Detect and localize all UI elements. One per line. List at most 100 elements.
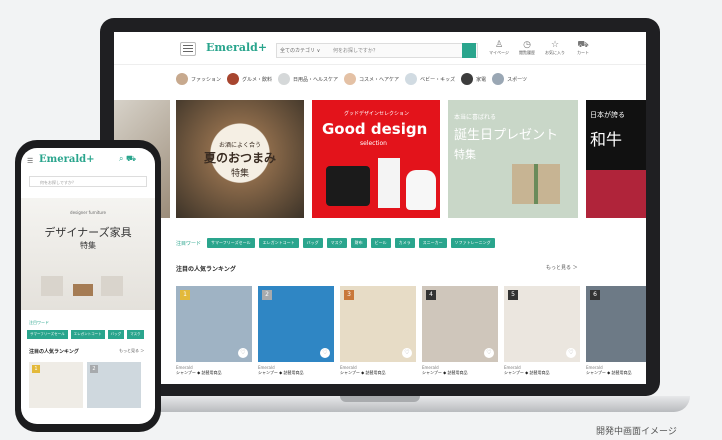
ranking-card[interactable]: 3 ♡ Emerald シャンプー ◆ 詰替用商品 bbox=[340, 286, 416, 384]
banner-natsu[interactable]: お酒によく合う 夏のおつまみ 特集 bbox=[176, 100, 304, 218]
keyword-chip[interactable]: サマーフリーズセール bbox=[27, 330, 68, 339]
category-label: ファッション bbox=[191, 76, 222, 83]
keyword-chip[interactable]: サマーフリーズセール bbox=[207, 238, 255, 248]
ranking-card[interactable]: 5 ♡ Emerald シャンプー ◆ 詰替用商品 bbox=[504, 286, 580, 384]
rank-badge: 2 bbox=[90, 365, 98, 373]
banner-kicker: 日本が誇る bbox=[590, 111, 625, 119]
category-label: スポーツ bbox=[507, 76, 527, 83]
phone-banner[interactable]: designer furniture デザイナーズ家具 特集 bbox=[21, 198, 155, 310]
chair-image bbox=[101, 276, 123, 296]
history-button[interactable]: ◷ 閲覧履歴 bbox=[516, 40, 538, 56]
ranking-card[interactable]: 1 ♡ Emerald シャンプー ◆ 詰替用商品 bbox=[176, 286, 252, 384]
search-input[interactable]: 全てのカテゴリ ∨ 何をお探しですか？ bbox=[276, 43, 478, 58]
category-item[interactable]: コスメ・ヘアケア bbox=[344, 73, 399, 85]
site-header: Emerald+ 全てのカテゴリ ∨ 何をお探しですか？ ♙ マイページ ◷ 閲覧履… bbox=[114, 32, 646, 65]
account-label: マイページ bbox=[489, 50, 509, 55]
camera-image bbox=[326, 166, 370, 206]
ranking-card[interactable]: 2 bbox=[87, 362, 141, 408]
product-name[interactable]: シャンプー ◆ 詰替用商品 bbox=[422, 370, 498, 376]
phone-ranking-list: 1 2 bbox=[29, 362, 141, 408]
heart-icon[interactable]: ♡ bbox=[484, 348, 494, 358]
ranking-list: 1 ♡ Emerald シャンプー ◆ 詰替用商品 2 ♡ Emerald シャンプー ◆ 詰… bbox=[176, 286, 646, 384]
search-category-select[interactable]: 全てのカテゴリ ∨ bbox=[280, 47, 320, 54]
chair-image bbox=[41, 276, 63, 296]
keyword-bar: 注目ワード サマーフリーズセール エレガントコート バッグ マスク 財布 ビール… bbox=[176, 238, 495, 248]
caption: 開発中画面イメージ bbox=[596, 427, 677, 437]
rank-badge: 4 bbox=[426, 290, 436, 300]
search-button[interactable] bbox=[462, 43, 476, 58]
phone-search-input[interactable]: 何をお探しですか？ bbox=[29, 176, 147, 187]
banner-carousel: お酒によく合う 夏のおつまみ 特集 グッドデザインセレクション Good des… bbox=[114, 100, 646, 218]
ranking-more-link[interactable]: もっと見る ＞ bbox=[546, 264, 578, 271]
category-item[interactable]: 日用品・ヘルスケア bbox=[278, 73, 338, 85]
favorite-button[interactable]: ☆ お気に入り bbox=[544, 40, 566, 56]
menu-icon[interactable] bbox=[180, 42, 196, 56]
rank-badge: 3 bbox=[344, 290, 354, 300]
heart-icon[interactable]: ♡ bbox=[566, 348, 576, 358]
wagyu-image bbox=[586, 170, 646, 218]
sneaker-image bbox=[406, 170, 436, 210]
gift-ribbon-image bbox=[534, 164, 538, 204]
keyword-chip[interactable]: カメラ bbox=[394, 238, 415, 248]
product-name[interactable]: シャンプー ◆ 詰替用商品 bbox=[340, 370, 416, 376]
site-logo[interactable]: Emerald+ bbox=[39, 154, 94, 165]
banner-title: 和牛 bbox=[590, 130, 623, 149]
history-label: 閲覧履歴 bbox=[519, 50, 535, 55]
cart-button[interactable]: ⛟ カート bbox=[572, 40, 594, 56]
keyword-label: 注目ワード bbox=[176, 240, 202, 247]
product-name[interactable]: シャンプー ◆ 詰替用商品 bbox=[176, 370, 252, 376]
account-button[interactable]: ♙ マイページ bbox=[488, 40, 510, 56]
table-image bbox=[73, 284, 93, 296]
banner-subtitle: 特集 bbox=[230, 169, 249, 179]
ranking-more-link[interactable]: もっと見る ＞ bbox=[119, 348, 144, 354]
category-item[interactable]: スポーツ bbox=[492, 73, 527, 85]
keyword-chip[interactable]: エレガントコート bbox=[70, 330, 105, 339]
ranking-card[interactable]: 4 ♡ Emerald シャンプー ◆ 詰替用商品 bbox=[422, 286, 498, 384]
keyword-chip[interactable]: ビール bbox=[370, 238, 391, 248]
phone-keyword-bar: サマーフリーズセール エレガントコート バッグ マスク bbox=[27, 330, 144, 339]
banner-title: Good design bbox=[322, 120, 428, 138]
ranking-card[interactable]: 6♡Emeraldシャンプー ◆ 詰替用商品 bbox=[586, 286, 646, 384]
keyword-chip[interactable]: 財布 bbox=[350, 238, 367, 248]
category-label: 日用品・ヘルスケア bbox=[293, 76, 339, 83]
heart-icon[interactable]: ♡ bbox=[238, 348, 248, 358]
ranking-card[interactable]: 2 ♡ Emerald シャンプー ◆ 詰替用商品 bbox=[258, 286, 334, 384]
keyword-chip[interactable]: マスク bbox=[127, 330, 144, 339]
site-logo[interactable]: Emerald+ bbox=[206, 41, 267, 54]
search-placeholder: 何をお探しですか？ bbox=[333, 48, 378, 54]
banner-wagyu[interactable]: 日本が誇る 和牛 bbox=[586, 100, 646, 218]
category-label: ベビー・キッズ bbox=[420, 76, 456, 83]
heart-icon[interactable]: ♡ bbox=[320, 348, 330, 358]
banner-kicker: designer furniture bbox=[70, 210, 106, 215]
category-item[interactable]: グルメ・飲料 bbox=[227, 73, 272, 85]
product-name[interactable]: シャンプー ◆ 詰替用商品 bbox=[504, 370, 580, 376]
category-item[interactable]: 家電 bbox=[461, 73, 486, 85]
search-cart-icons[interactable]: ⌕ ⛟ bbox=[119, 154, 136, 164]
banner-title: 誕生日プレゼント bbox=[454, 128, 559, 143]
rank-badge: 2 bbox=[262, 290, 272, 300]
laptop-screen: Emerald+ 全てのカテゴリ ∨ 何をお探しですか？ ♙ マイページ ◷ 閲覧履… bbox=[114, 32, 646, 384]
product-name[interactable]: シャンプー ◆ 詰替用商品 bbox=[258, 370, 334, 376]
keyword-chip[interactable]: スニーカー bbox=[418, 238, 447, 248]
keyword-chip[interactable]: エレガントコート bbox=[258, 238, 299, 248]
product-image: 1 ♡ bbox=[176, 286, 252, 362]
category-item[interactable]: ベビー・キッズ bbox=[405, 73, 455, 85]
cart-label: カート bbox=[577, 50, 589, 55]
banner-good-design[interactable]: グッドデザインセレクション Good design selection bbox=[312, 100, 440, 218]
keyword-chip[interactable]: マスク bbox=[326, 238, 347, 248]
heart-icon[interactable]: ♡ bbox=[402, 348, 412, 358]
ranking-card[interactable]: 1 bbox=[29, 362, 83, 408]
keyword-chip[interactable]: バッグ bbox=[107, 330, 125, 339]
banner-title: 夏のおつまみ bbox=[203, 151, 276, 165]
banner-birthday[interactable]: 本当に喜ばれる 誕生日プレゼント 特集 bbox=[448, 100, 578, 218]
banner-subtitle: 特集 bbox=[454, 148, 476, 161]
category-item[interactable]: ファッション bbox=[176, 73, 221, 85]
product-name[interactable]: シャンプー ◆ 詰替用商品 bbox=[586, 370, 646, 376]
promo-stage: Emerald+ 全てのカテゴリ ∨ 何をお探しですか？ ♙ マイページ ◷ 閲覧履… bbox=[0, 0, 722, 440]
keyword-chip[interactable]: バッグ bbox=[302, 238, 323, 248]
rank-badge: 6 bbox=[590, 290, 600, 300]
keyword-chip[interactable]: ソファトレーニング bbox=[450, 238, 495, 248]
menu-icon[interactable]: ☰ bbox=[27, 157, 33, 165]
product-image: 5 ♡ bbox=[504, 286, 580, 362]
phone-screen: ☰ Emerald+ ⌕ ⛟ 何をお探しですか？ designer furnit… bbox=[21, 148, 155, 424]
